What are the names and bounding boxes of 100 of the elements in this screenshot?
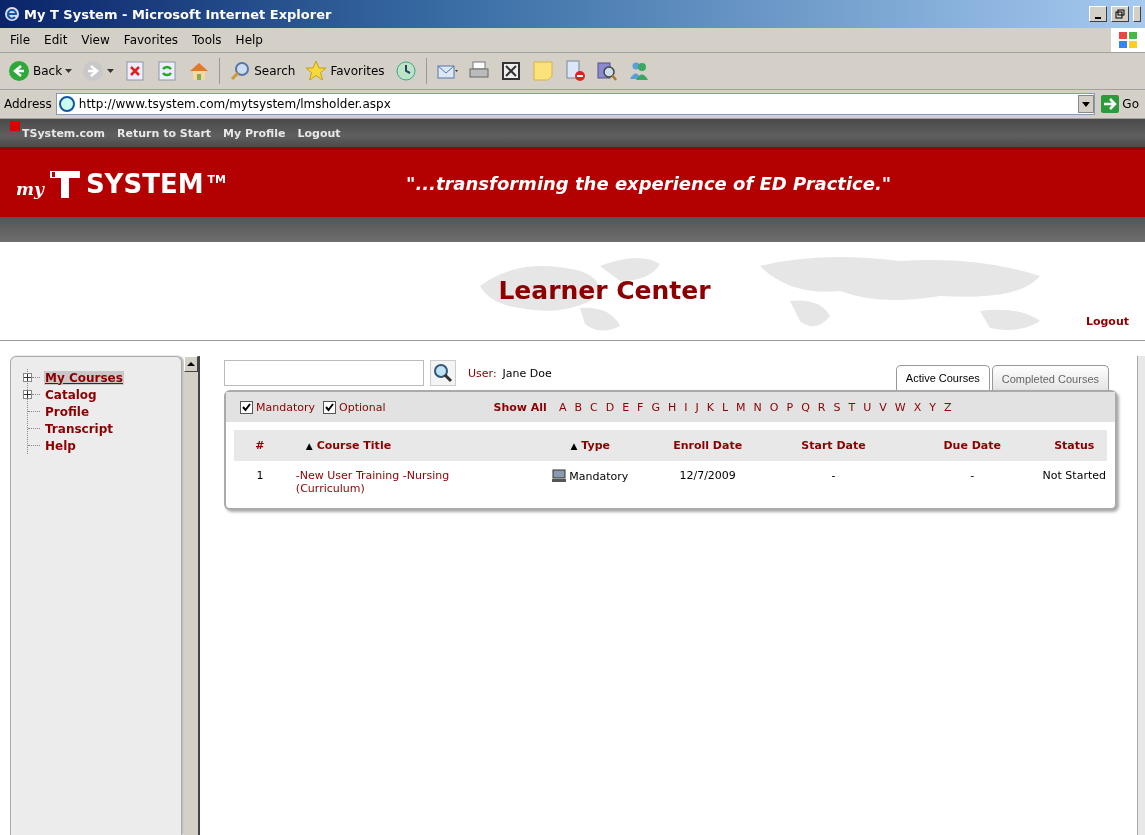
letter-link[interactable]: W — [894, 400, 906, 414]
user-name: Jane Doe — [502, 366, 552, 380]
table-cell: 12/7/2009 — [651, 461, 765, 496]
table-cell: - — [764, 461, 903, 496]
table-cell: 1 — [234, 461, 286, 496]
menu-item[interactable]: File — [4, 31, 37, 49]
computer-icon — [552, 469, 567, 482]
letter-link[interactable]: E — [622, 400, 630, 414]
favorites-button[interactable]: Favorites — [301, 58, 389, 84]
letter-link[interactable]: H — [667, 400, 677, 414]
letter-link[interactable]: Z — [943, 400, 952, 414]
sidebar-item[interactable]: My Courses — [44, 370, 124, 385]
column-header: Due Date — [902, 430, 1042, 461]
minimize-icon — [1095, 17, 1101, 19]
sidebar-item[interactable]: Catalog — [44, 387, 98, 402]
letter-link[interactable]: G — [651, 400, 660, 414]
tab[interactable]: Active Courses — [895, 365, 990, 390]
column-header[interactable]: ▲ Type — [529, 430, 652, 461]
address-label: Address — [4, 97, 52, 111]
column-header: # — [234, 430, 286, 461]
sidebar-item[interactable]: Transcript — [44, 421, 115, 436]
letter-link[interactable]: U — [863, 400, 872, 414]
letter-link[interactable]: L — [721, 400, 729, 414]
restore-icon — [1115, 9, 1125, 19]
filter-checkbox[interactable]: Optional — [323, 400, 386, 414]
letter-link[interactable]: I — [684, 400, 688, 414]
checkbox[interactable] — [240, 400, 253, 414]
menu-item[interactable]: Tools — [186, 31, 228, 49]
filter-checkbox[interactable]: Mandatory — [240, 400, 315, 414]
letter-link[interactable]: N — [753, 400, 762, 414]
checkbox[interactable] — [323, 400, 336, 414]
letter-link[interactable]: B — [574, 400, 582, 414]
trademark-mark: TM — [207, 172, 226, 186]
letter-link[interactable]: M — [736, 400, 746, 414]
menu-item[interactable]: Help — [229, 31, 269, 49]
table-cell: Mandatory — [569, 470, 629, 483]
letter-link[interactable]: X — [913, 400, 922, 414]
window-title: My T System - Microsoft Internet Explorer — [24, 6, 333, 22]
address-bar[interactable]: http://www.tsystem.com/mytsystem/lmsholder.aspx — [55, 93, 1096, 115]
browser-logo-icon — [4, 6, 20, 22]
letter-link[interactable]: J — [695, 400, 699, 414]
logo-text: SYSTEM — [85, 168, 204, 199]
search-field[interactable] — [224, 360, 424, 386]
menu-item[interactable]: Favorites — [117, 31, 185, 49]
scrollbar[interactable] — [184, 356, 200, 835]
expand-icon[interactable] — [23, 390, 32, 399]
nav-link[interactable]: Return to Start — [117, 126, 212, 140]
t-logo-icon — [47, 168, 82, 199]
windows-flag-icon — [1111, 28, 1145, 52]
logout-link[interactable]: Logout — [1085, 315, 1129, 328]
refresh-icon — [156, 60, 179, 82]
minimize-button[interactable] — [1089, 6, 1107, 22]
expand-icon[interactable] — [23, 373, 32, 382]
page-scrollbar[interactable] — [1137, 356, 1145, 835]
back-button[interactable]: Back — [4, 58, 77, 84]
sidebar-item[interactable]: Profile — [44, 404, 91, 419]
menu-item[interactable]: View — [75, 31, 116, 49]
column-header[interactable]: ▲ Course Title — [285, 430, 530, 461]
letter-link[interactable]: T — [848, 400, 856, 414]
letter-link[interactable]: O — [769, 400, 779, 414]
letter-link[interactable]: Y — [929, 400, 936, 414]
search-button[interactable] — [430, 360, 456, 386]
sidebar-item[interactable]: Help — [44, 438, 77, 453]
letter-link[interactable]: A — [558, 400, 567, 414]
t-logo-icon — [10, 121, 20, 131]
table-cell: - — [902, 461, 1042, 496]
star-icon — [305, 60, 328, 82]
tab[interactable]: Completed Courses — [991, 365, 1109, 390]
letter-link[interactable]: C — [589, 400, 598, 414]
letter-link[interactable]: F — [637, 400, 644, 414]
restore-button[interactable] — [1111, 6, 1129, 22]
column-header: Status — [1041, 430, 1107, 461]
letter-link[interactable]: Q — [801, 400, 810, 414]
people-icon — [627, 60, 650, 82]
menu-item[interactable]: Edit — [38, 31, 74, 49]
go-button[interactable]: Go — [1099, 95, 1141, 113]
course-link[interactable]: -New User Training -Nursing (Curriculum) — [295, 469, 471, 495]
user-label: User: — [468, 366, 497, 380]
tagline: "...transforming the experience of ED Practice." — [406, 173, 892, 194]
logo-prefix: my — [16, 178, 44, 199]
column-header: Start Date — [764, 430, 903, 461]
nav-link[interactable]: TSystem.com — [22, 126, 106, 140]
letter-link[interactable]: P — [786, 400, 794, 414]
page-icon — [58, 96, 75, 112]
edit-icon — [499, 60, 522, 82]
search-button[interactable]: Search — [225, 58, 300, 84]
close-button[interactable] — [1133, 6, 1141, 22]
book-magnifier-icon — [595, 60, 618, 82]
letter-link[interactable]: R — [817, 400, 826, 414]
letter-link[interactable]: K — [706, 400, 714, 414]
show-all-link[interactable]: Show All — [493, 400, 547, 414]
stop-icon — [124, 60, 147, 82]
page-title: Learner Center — [498, 276, 711, 305]
letter-link[interactable]: D — [605, 400, 615, 414]
nav-link[interactable]: Logout — [297, 126, 341, 140]
scroll-up-icon[interactable] — [184, 356, 198, 372]
table-cell: Not Started — [1041, 461, 1107, 496]
letter-link[interactable]: V — [879, 400, 887, 414]
letter-link[interactable]: S — [833, 400, 841, 414]
nav-link[interactable]: My Profile — [223, 126, 286, 140]
